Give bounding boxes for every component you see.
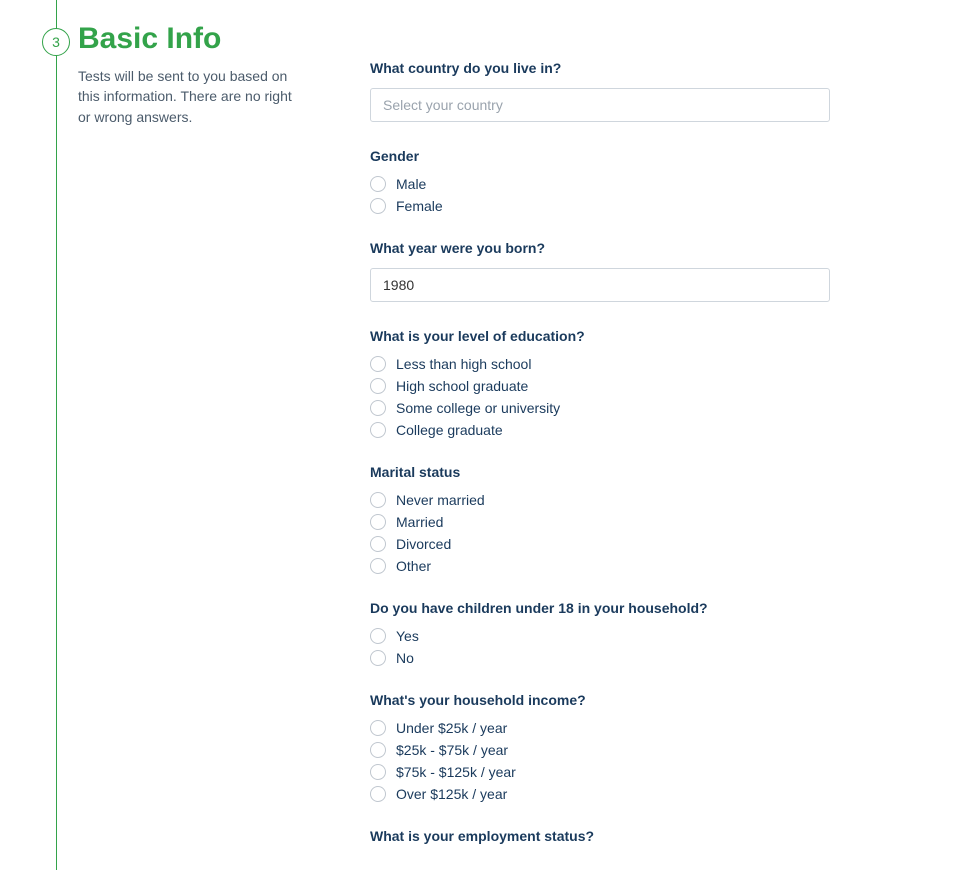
- marital-label: Marital status: [370, 464, 830, 480]
- radio-label: Some college or university: [396, 400, 560, 416]
- radio-label: Other: [396, 558, 431, 574]
- radio-icon: [370, 198, 386, 214]
- income-group: What's your household income? Under $25k…: [370, 692, 830, 802]
- country-group: What country do you live in?: [370, 60, 830, 122]
- education-option-0[interactable]: Less than high school: [370, 356, 830, 372]
- radio-icon: [370, 356, 386, 372]
- children-label: Do you have children under 18 in your ho…: [370, 600, 830, 616]
- gender-label: Gender: [370, 148, 830, 164]
- income-option-1[interactable]: $25k - $75k / year: [370, 742, 830, 758]
- radio-icon: [370, 422, 386, 438]
- marital-option-1[interactable]: Married: [370, 514, 830, 530]
- children-option-yes[interactable]: Yes: [370, 628, 830, 644]
- gender-group: Gender Male Female: [370, 148, 830, 214]
- country-label: What country do you live in?: [370, 60, 830, 76]
- radio-label: No: [396, 650, 414, 666]
- radio-label: Under $25k / year: [396, 720, 507, 736]
- radio-label: $25k - $75k / year: [396, 742, 508, 758]
- section-description: Tests will be sent to you based on this …: [78, 66, 308, 127]
- income-option-2[interactable]: $75k - $125k / year: [370, 764, 830, 780]
- radio-label: Female: [396, 198, 443, 214]
- step-number-badge: 3: [42, 28, 70, 56]
- radio-label: Over $125k / year: [396, 786, 507, 802]
- radio-icon: [370, 764, 386, 780]
- marital-option-2[interactable]: Divorced: [370, 536, 830, 552]
- income-option-3[interactable]: Over $125k / year: [370, 786, 830, 802]
- gender-options: Male Female: [370, 176, 830, 214]
- radio-icon: [370, 628, 386, 644]
- radio-icon: [370, 176, 386, 192]
- marital-option-3[interactable]: Other: [370, 558, 830, 574]
- education-group: What is your level of education? Less th…: [370, 328, 830, 438]
- education-options: Less than high school High school gradua…: [370, 356, 830, 438]
- marital-option-0[interactable]: Never married: [370, 492, 830, 508]
- radio-icon: [370, 536, 386, 552]
- marital-options: Never married Married Divorced Other: [370, 492, 830, 574]
- basic-info-form: What country do you live in? Gender Male…: [370, 60, 830, 870]
- radio-label: High school graduate: [396, 378, 528, 394]
- radio-label: $75k - $125k / year: [396, 764, 516, 780]
- country-select[interactable]: [370, 88, 830, 122]
- education-option-1[interactable]: High school graduate: [370, 378, 830, 394]
- education-option-2[interactable]: Some college or university: [370, 400, 830, 416]
- radio-label: Married: [396, 514, 443, 530]
- radio-icon: [370, 742, 386, 758]
- radio-icon: [370, 558, 386, 574]
- radio-icon: [370, 720, 386, 736]
- birth-year-input[interactable]: [370, 268, 830, 302]
- income-label: What's your household income?: [370, 692, 830, 708]
- children-option-no[interactable]: No: [370, 650, 830, 666]
- radio-icon: [370, 514, 386, 530]
- section-title: Basic Info: [78, 22, 221, 56]
- employment-group: What is your employment status?: [370, 828, 830, 844]
- radio-label: College graduate: [396, 422, 503, 438]
- birth-year-group: What year were you born?: [370, 240, 830, 302]
- step-progress-line: [56, 0, 57, 870]
- children-group: Do you have children under 18 in your ho…: [370, 600, 830, 666]
- income-option-0[interactable]: Under $25k / year: [370, 720, 830, 736]
- gender-option-male[interactable]: Male: [370, 176, 830, 192]
- children-options: Yes No: [370, 628, 830, 666]
- radio-label: Divorced: [396, 536, 451, 552]
- radio-label: Less than high school: [396, 356, 531, 372]
- radio-label: Male: [396, 176, 426, 192]
- education-option-3[interactable]: College graduate: [370, 422, 830, 438]
- gender-option-female[interactable]: Female: [370, 198, 830, 214]
- income-options: Under $25k / year $25k - $75k / year $75…: [370, 720, 830, 802]
- education-label: What is your level of education?: [370, 328, 830, 344]
- radio-icon: [370, 378, 386, 394]
- step-number: 3: [52, 34, 60, 50]
- radio-icon: [370, 492, 386, 508]
- radio-icon: [370, 400, 386, 416]
- radio-icon: [370, 786, 386, 802]
- employment-label: What is your employment status?: [370, 828, 830, 844]
- radio-icon: [370, 650, 386, 666]
- marital-group: Marital status Never married Married Div…: [370, 464, 830, 574]
- birth-year-label: What year were you born?: [370, 240, 830, 256]
- radio-label: Yes: [396, 628, 419, 644]
- radio-label: Never married: [396, 492, 485, 508]
